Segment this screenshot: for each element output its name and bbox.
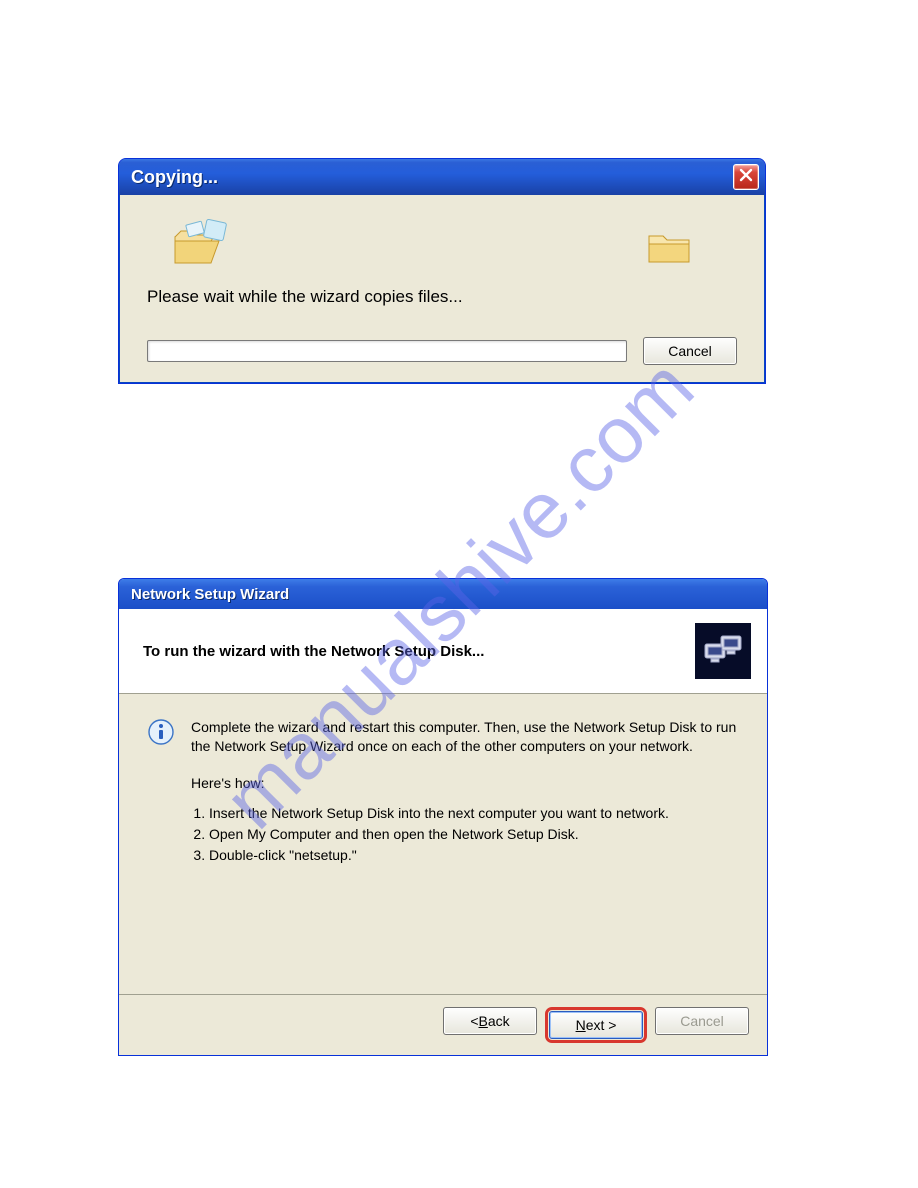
wizard-step: Double-click "netsetup.": [209, 845, 739, 865]
close-button[interactable]: [733, 164, 759, 190]
next-button[interactable]: Next >: [549, 1011, 643, 1039]
folder-animation-row: [147, 215, 737, 275]
wizard-footer: < Back Next > Cancel: [119, 994, 767, 1055]
close-icon: [739, 168, 753, 186]
cancel-button[interactable]: Cancel: [643, 337, 737, 365]
folder-open-source-icon: [171, 219, 235, 271]
wizard-header: To run the wizard with the Network Setup…: [119, 609, 767, 694]
next-button-highlight: Next >: [545, 1007, 647, 1043]
copying-body: Please wait while the wizard copies file…: [119, 195, 765, 383]
wizard-info-text: Complete the wizard and restart this com…: [191, 718, 739, 867]
copying-title: Copying...: [131, 167, 733, 188]
wizard-header-text: To run the wizard with the Network Setup…: [143, 643, 679, 660]
info-icon: [147, 718, 177, 867]
copying-dialog: Copying...: [118, 158, 766, 384]
network-computers-icon: [695, 623, 751, 679]
back-button[interactable]: < Back: [443, 1007, 537, 1035]
wizard-step: Open My Computer and then open the Netwo…: [209, 824, 739, 844]
wizard-body: Complete the wizard and restart this com…: [119, 694, 767, 994]
copying-progress-row: Cancel: [147, 337, 737, 365]
copying-progress-bar: [147, 340, 627, 362]
wizard-title: Network Setup Wizard: [131, 586, 289, 603]
copying-titlebar[interactable]: Copying...: [119, 159, 765, 195]
copying-wait-text: Please wait while the wizard copies file…: [147, 287, 737, 307]
heres-how-label: Here's how:: [191, 774, 739, 793]
folder-destination-icon: [645, 224, 693, 266]
wizard-info-paragraph: Complete the wizard and restart this com…: [191, 719, 736, 754]
wizard-cancel-button: Cancel: [655, 1007, 749, 1035]
wizard-titlebar[interactable]: Network Setup Wizard: [119, 579, 767, 609]
wizard-dialog: Network Setup Wizard To run the wizard w…: [118, 578, 768, 1056]
wizard-steps-list: Insert the Network Setup Disk into the n…: [191, 803, 739, 866]
wizard-step: Insert the Network Setup Disk into the n…: [209, 803, 739, 823]
